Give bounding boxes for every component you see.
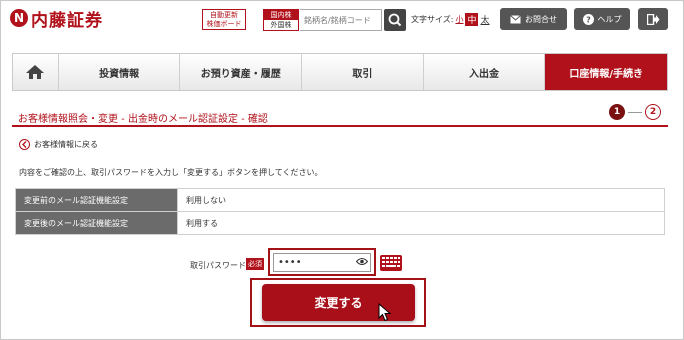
market-foreign-option[interactable]: 外国株 <box>264 20 298 30</box>
home-icon <box>26 65 45 79</box>
table-row: 変更前のメール認証機能設定 利用しない <box>15 188 665 212</box>
row-label: 変更後のメール認証機能設定 <box>15 211 178 235</box>
software-keyboard-icon[interactable] <box>380 255 402 271</box>
back-to-customer-info-link[interactable]: お客様情報に戻る <box>19 139 98 150</box>
nav-account-info[interactable]: 口座情報/手続き <box>545 54 667 90</box>
logout-button[interactable] <box>638 8 668 30</box>
row-value: 利用しない <box>177 188 665 212</box>
market-domestic-option[interactable]: 国内株 <box>264 10 298 20</box>
help-label: ヘルプ <box>597 14 622 24</box>
show-password-eye-icon[interactable] <box>356 257 368 266</box>
svg-text:?: ? <box>586 15 591 24</box>
logout-icon <box>646 13 659 25</box>
search-button[interactable] <box>384 9 406 31</box>
step-indicator-next: 2 <box>645 104 661 120</box>
nav-trade[interactable]: 取引 <box>302 54 424 90</box>
change-submit-button[interactable]: 変更する <box>262 284 415 321</box>
back-link-label: お客様情報に戻る <box>34 140 98 149</box>
mail-icon <box>510 14 521 23</box>
nav-home[interactable] <box>13 54 59 90</box>
nav-deposit-withdrawal[interactable]: 入出金 <box>423 54 546 90</box>
font-size-large[interactable]: 太 <box>480 13 489 26</box>
nav-assets-history[interactable]: お預り資産・履歴 <box>180 54 303 90</box>
instruction-text: 内容をご確認の上、取引パスワードを入力し「変更する」ボタンを押してください。 <box>19 168 323 177</box>
settings-table: 変更前のメール認証機能設定 利用しない 変更後のメール認証機能設定 利用する <box>15 188 665 235</box>
contact-label: お問合せ <box>525 14 557 24</box>
required-badge: 必須 <box>246 258 264 270</box>
logo-text: 内藤証券 <box>31 10 103 31</box>
auto-board-line1: 自動更新 <box>210 11 238 19</box>
help-icon: ? <box>582 13 594 25</box>
step-connector <box>628 112 642 113</box>
auto-update-board-button[interactable]: 自動更新 株価ボード <box>202 9 246 30</box>
search-icon <box>388 13 402 27</box>
auto-board-line2: 株価ボード <box>206 20 242 28</box>
title-divider <box>12 125 668 127</box>
row-label: 変更前のメール認証機能設定 <box>15 188 178 212</box>
market-selector[interactable]: 国内株 外国株 <box>263 9 299 31</box>
mouse-cursor-icon <box>378 303 392 322</box>
logo[interactable]: N 内藤証券 <box>10 6 103 31</box>
chevron-left-icon <box>19 139 30 150</box>
main-nav: 投資情報 お預り資産・履歴 取引 入出金 口座情報/手続き <box>12 53 668 91</box>
contact-button[interactable]: お問合せ <box>500 8 567 30</box>
row-value: 利用する <box>177 211 665 235</box>
font-size-control: 文字サイズ: 小 中 太 <box>411 13 490 26</box>
step-indicator-current: 1 <box>609 104 625 120</box>
font-size-medium[interactable]: 中 <box>465 13 479 26</box>
password-label: 取引パスワード <box>190 261 246 270</box>
font-size-small[interactable]: 小 <box>455 14 463 25</box>
logo-mark-icon: N <box>10 9 28 27</box>
nav-investment-info[interactable]: 投資情報 <box>58 54 181 90</box>
table-row: 変更後のメール認証機能設定 利用する <box>15 211 665 235</box>
stock-search-input[interactable] <box>300 9 382 31</box>
font-size-label: 文字サイズ: <box>411 15 454 24</box>
help-button[interactable]: ? ヘルプ <box>574 8 630 30</box>
page-title: お客様情報照会・変更 - 出金時のメール認証設定 - 確認 <box>18 114 268 125</box>
